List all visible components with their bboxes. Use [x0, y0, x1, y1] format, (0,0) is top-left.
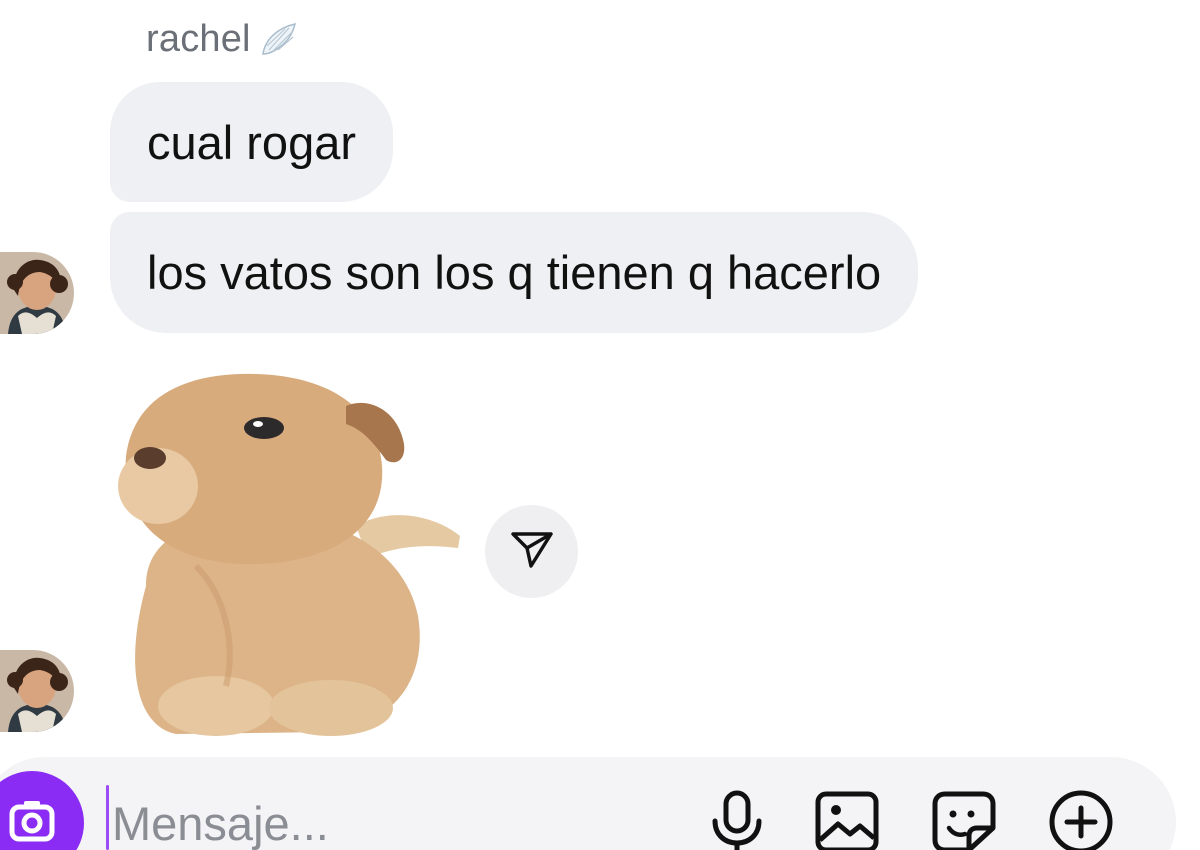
- avatar[interactable]: [0, 650, 74, 732]
- gallery-icon: [814, 790, 880, 850]
- puppy-sticker[interactable]: [106, 366, 468, 736]
- chat-screen: rachel cual rogar los vatos son los q ti…: [0, 0, 1200, 850]
- gallery-button[interactable]: [807, 784, 887, 850]
- message-text: cual rogar: [147, 115, 356, 169]
- sender-name-row: rachel: [146, 18, 299, 61]
- more-options-button[interactable]: [1041, 784, 1121, 850]
- message-bubble[interactable]: los vatos son los q tienen q hacerlo: [110, 212, 919, 333]
- share-send-icon: [509, 526, 555, 577]
- camera-icon: [2, 791, 62, 850]
- angel-wing-emoji-icon: [259, 20, 299, 60]
- message-bubble[interactable]: cual rogar: [110, 82, 393, 202]
- share-button[interactable]: [485, 505, 578, 598]
- plus-icon: [1047, 788, 1115, 850]
- sender-name: rachel: [146, 18, 251, 60]
- sticker-button[interactable]: [924, 784, 1004, 850]
- message-text: los vatos son los q tienen q hacerlo: [147, 246, 882, 299]
- avatar[interactable]: [0, 252, 74, 334]
- sticker-icon: [931, 790, 997, 850]
- message-input[interactable]: [112, 788, 672, 850]
- microphone-button[interactable]: [697, 784, 777, 850]
- microphone-icon: [707, 789, 767, 850]
- text-caret: [106, 785, 109, 850]
